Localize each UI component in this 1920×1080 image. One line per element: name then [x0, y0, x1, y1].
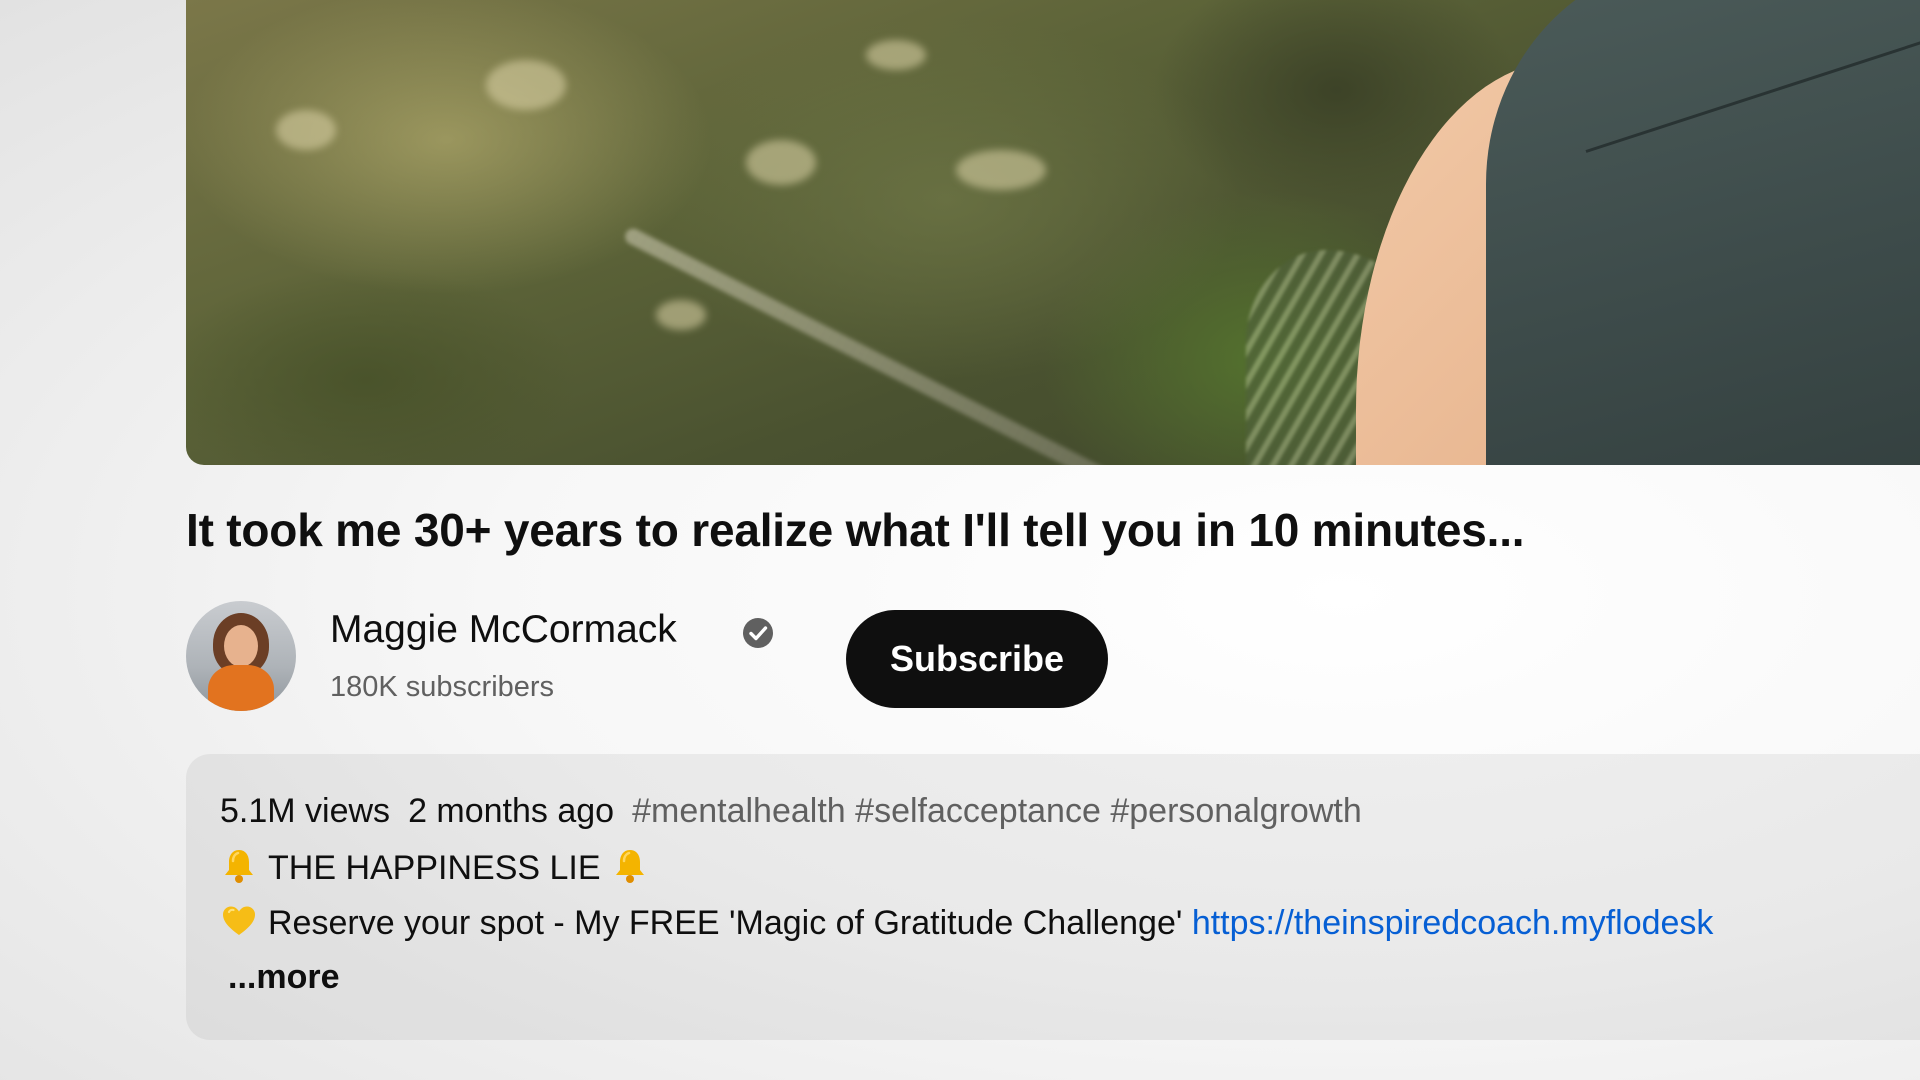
description-line-2: THE HAPPINESS LIE — [220, 847, 649, 888]
plant-stem — [622, 225, 1129, 465]
foliage-highlight — [746, 140, 816, 185]
avatar-face — [224, 625, 258, 667]
video-title: It took me 30+ years to realize what I'l… — [186, 504, 1525, 556]
description-promo: Reserve your spot - My FREE 'Magic of Gr… — [268, 904, 1183, 942]
verified-check-icon — [743, 618, 773, 648]
show-more-button[interactable]: ...more — [228, 958, 339, 997]
channel-avatar[interactable] — [186, 601, 296, 711]
channel-name[interactable]: Maggie McCormack — [330, 608, 677, 652]
foliage-highlight — [276, 110, 336, 150]
foliage-highlight — [956, 150, 1046, 190]
upload-age: 2 months ago — [408, 792, 615, 830]
foliage-highlight — [656, 300, 706, 330]
hashtag-link[interactable]: #mentalhealth — [632, 792, 846, 830]
hashtag-link[interactable]: #personalgrowth — [1110, 792, 1361, 830]
avatar-top — [208, 665, 274, 711]
person-shirt — [1486, 0, 1920, 465]
bell-icon — [615, 850, 644, 883]
bell-icon — [225, 850, 253, 883]
hashtag-link[interactable]: #selfacceptance — [855, 792, 1101, 830]
foliage-highlight — [486, 60, 566, 110]
yellow-heart-icon — [223, 906, 255, 935]
subscriber-count: 180K subscribers — [330, 671, 555, 703]
view-count: 5.1M views — [220, 792, 391, 830]
watch-page: It took me 30+ years to realize what I'l… — [0, 0, 1920, 1080]
foliage-highlight — [866, 40, 926, 70]
video-player[interactable] — [186, 0, 1920, 465]
description-meta: 5.1M views 2 months ago #mentalhealth #sel… — [220, 792, 1362, 831]
subscribe-button[interactable]: Subscribe — [846, 610, 1108, 708]
promo-link[interactable]: https://theinspiredcoach.myflodesk — [1192, 904, 1714, 942]
description-box[interactable]: 5.1M views 2 months ago #mentalhealth #sel… — [186, 754, 1920, 1040]
description-line-3: Reserve your spot - My FREE 'Magic of Gr… — [220, 902, 1713, 943]
description-headline: THE HAPPINESS LIE — [268, 849, 601, 887]
